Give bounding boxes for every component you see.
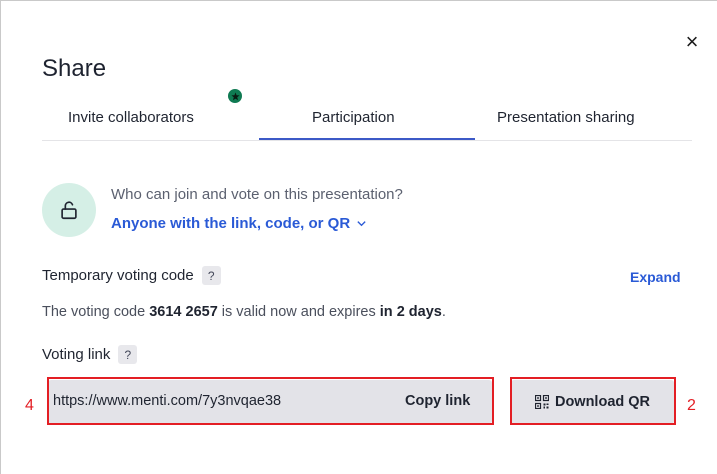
- tab-participation[interactable]: Participation: [312, 109, 395, 126]
- chevron-down-icon: [357, 221, 366, 227]
- voting-link-label-text: Voting link: [42, 346, 111, 363]
- tab-presentation-sharing[interactable]: Presentation sharing: [497, 109, 635, 126]
- voting-link-url: https://www.menti.com/7y3nvqae38: [53, 393, 282, 409]
- access-level-value: Anyone with the link, code, or QR: [111, 215, 351, 232]
- close-icon: ×: [685, 29, 699, 54]
- code-text-middle: is valid now and expires: [221, 304, 376, 320]
- voting-link-help-button[interactable]: ?: [118, 345, 138, 364]
- access-question: Who can join and vote on this presentati…: [111, 186, 403, 203]
- tab-bar: Invite collaborators Participation Prese…: [42, 96, 692, 141]
- access-level-dropdown[interactable]: Anyone with the link, code, or QR: [111, 215, 367, 232]
- voting-link-field[interactable]: https://www.menti.com/7y3nvqae38 Copy li…: [48, 380, 492, 424]
- voting-link-label: Voting link ?: [42, 345, 138, 364]
- voting-code-value: 3614 2657: [149, 304, 218, 320]
- copy-link-button[interactable]: Copy link: [405, 393, 470, 409]
- new-feature-badge: [228, 89, 242, 103]
- code-expiry-value: in 2 days: [379, 304, 442, 320]
- tab-invite-collaborators[interactable]: Invite collaborators: [68, 109, 194, 126]
- annotation-marker-link: 4: [25, 397, 34, 414]
- temporary-code-label: Temporary voting code ?: [42, 266, 221, 285]
- download-qr-label: Download QR: [554, 394, 651, 410]
- unlock-icon: [61, 201, 77, 220]
- annotation-marker-qr: 2: [687, 397, 696, 414]
- download-qr-button[interactable]: Download QR: [511, 380, 674, 424]
- share-dialog: × Share Invite collaborators Participati…: [0, 0, 717, 474]
- frame-edge-left: [0, 0, 1, 474]
- frame-edge-top: [0, 0, 717, 1]
- voting-code-description: The voting code 3614 2657 is valid now a…: [42, 304, 446, 320]
- active-tab-indicator: [259, 138, 475, 140]
- access-lock-badge: [42, 183, 96, 237]
- temporary-code-help-button[interactable]: ?: [201, 266, 221, 285]
- dialog-title: Share: [42, 55, 107, 82]
- qr-code-icon: [534, 395, 549, 409]
- expand-code-link[interactable]: Expand: [630, 269, 681, 285]
- code-text-suffix: .: [441, 304, 446, 320]
- code-text-prefix: The voting code: [42, 304, 146, 320]
- close-button[interactable]: ×: [682, 31, 702, 53]
- star-icon: [230, 91, 240, 100]
- temporary-code-label-text: Temporary voting code: [42, 267, 194, 284]
